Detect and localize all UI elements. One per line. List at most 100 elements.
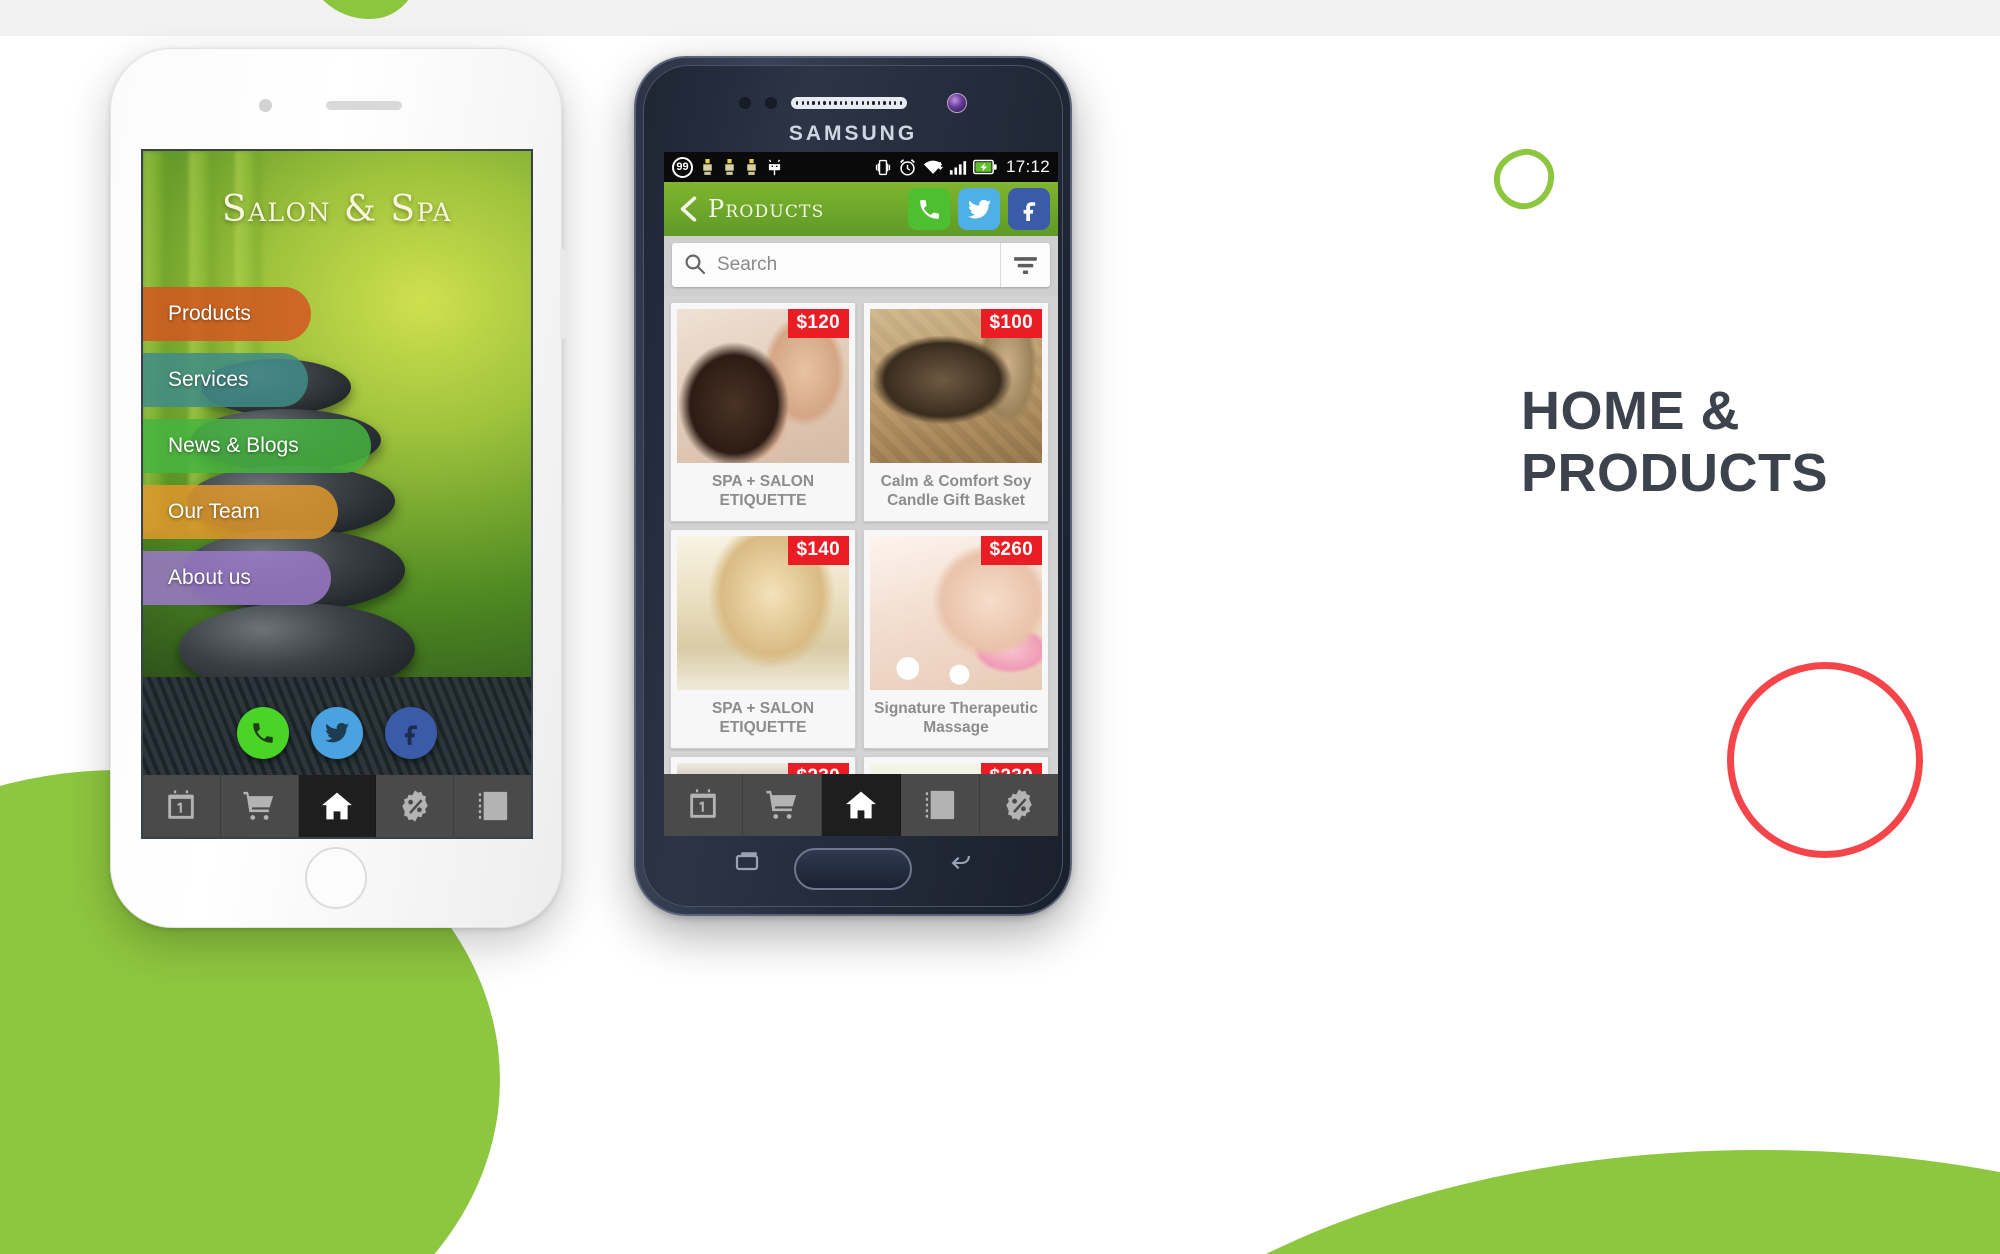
product-card[interactable]: $260 Signature Therapeutic Massage bbox=[863, 528, 1049, 749]
home-icon bbox=[846, 791, 876, 819]
product-image: $100 bbox=[870, 309, 1042, 463]
phone-icon[interactable] bbox=[237, 707, 289, 759]
samsung-home-button[interactable] bbox=[794, 848, 912, 890]
recents-button[interactable] bbox=[732, 849, 762, 880]
product-image: $140 bbox=[677, 535, 849, 690]
samsung-screen: 99 17:12 Products Search $120 SPA + SALO… bbox=[664, 152, 1058, 836]
header-social-buttons bbox=[908, 188, 1050, 230]
iphone-front-camera bbox=[259, 99, 272, 112]
menu-item-label: Products bbox=[168, 302, 251, 325]
buzz-icon bbox=[725, 158, 734, 175]
proximity-sensor-icon bbox=[739, 97, 751, 109]
tab-cart[interactable] bbox=[743, 774, 822, 836]
wifi-icon bbox=[923, 160, 943, 174]
tab-deals[interactable] bbox=[376, 775, 455, 837]
product-grid: $120 SPA + SALON ETIQUETTE $100 Calm & C… bbox=[664, 296, 1058, 775]
menu-item-label: Our Team bbox=[168, 500, 260, 523]
tab-calendar[interactable] bbox=[664, 774, 743, 836]
buzz-icon bbox=[747, 158, 756, 175]
tab-home[interactable] bbox=[822, 774, 901, 836]
section-heading: HOME & PRODUCTS bbox=[1521, 381, 1941, 504]
android-status-bar: 99 17:12 bbox=[664, 152, 1058, 182]
back-button[interactable] bbox=[946, 849, 976, 880]
samsung-bezel: SAMSUNG 99 17:12 Products Search $120 SP… bbox=[643, 65, 1063, 907]
price-badge: $120 bbox=[787, 309, 849, 338]
contact-phone-icon bbox=[925, 790, 955, 820]
facebook-icon[interactable] bbox=[385, 707, 437, 759]
battery-charging-icon bbox=[972, 159, 997, 175]
screenshot-canvas: Salon & Spa Products Services News & Blo… bbox=[0, 0, 2000, 1254]
twitter-icon[interactable] bbox=[958, 188, 1000, 230]
status-clock: 17:12 bbox=[1005, 157, 1050, 176]
phone-icon[interactable] bbox=[908, 188, 950, 230]
menu-item-products[interactable]: Products bbox=[143, 281, 531, 347]
price-badge: $260 bbox=[980, 535, 1042, 565]
product-image: $120 bbox=[677, 309, 849, 463]
product-card[interactable]: $230 bbox=[863, 755, 1049, 775]
tab-contact[interactable] bbox=[901, 774, 980, 836]
pebble-logo-icon bbox=[1493, 148, 1555, 210]
front-camera-icon bbox=[947, 93, 967, 113]
menu-item-our-team[interactable]: Our Team bbox=[143, 479, 531, 545]
tab-cart[interactable] bbox=[221, 775, 299, 837]
tab-contact[interactable] bbox=[454, 775, 531, 837]
signal-icon bbox=[949, 160, 967, 175]
section-heading-line2: PRODUCTS bbox=[1521, 442, 1829, 503]
main-menu: Products Services News & Blogs Our Team … bbox=[143, 281, 531, 611]
light-sensor-icon bbox=[765, 97, 777, 109]
product-image: $260 bbox=[870, 535, 1042, 690]
samsung-device: SAMSUNG 99 17:12 Products Search $120 SP… bbox=[634, 56, 1072, 916]
home-icon bbox=[322, 792, 352, 820]
android-icon bbox=[768, 158, 781, 175]
status-right-icons: 17:12 bbox=[874, 157, 1050, 177]
decorative-green-blob-bottom bbox=[1010, 1150, 2000, 1254]
product-card[interactable]: $100 Calm & Comfort Soy Candle Gift Bask… bbox=[863, 302, 1049, 522]
samsung-top-sensors bbox=[644, 93, 1062, 113]
decorative-red-circle bbox=[1727, 662, 1923, 858]
product-name: Signature Therapeutic Massage bbox=[874, 699, 1038, 737]
earpiece-grille bbox=[791, 97, 907, 109]
menu-item-label: Services bbox=[168, 368, 249, 391]
percent-icon bbox=[402, 790, 428, 822]
tab-calendar[interactable] bbox=[143, 775, 221, 837]
tab-deals[interactable] bbox=[980, 774, 1058, 836]
cart-icon bbox=[766, 790, 797, 819]
twitter-icon[interactable] bbox=[311, 707, 363, 759]
product-card[interactable]: $120 SPA + SALON ETIQUETTE bbox=[670, 302, 856, 522]
iphone-earpiece-speaker bbox=[326, 101, 402, 110]
menu-item-services[interactable]: Services bbox=[143, 347, 531, 413]
battery-percent-badge: 99 bbox=[672, 156, 693, 178]
calendar-icon bbox=[168, 790, 195, 819]
iphone-tab-bar bbox=[143, 775, 531, 837]
samsung-brand-label: SAMSUNG bbox=[788, 122, 918, 145]
calendar-icon bbox=[690, 789, 716, 818]
filter-icon[interactable] bbox=[1000, 243, 1050, 287]
menu-item-news-blogs[interactable]: News & Blogs bbox=[143, 413, 531, 479]
page-title: Products bbox=[708, 195, 825, 223]
status-left-icons: 99 bbox=[672, 156, 868, 178]
price-badge: $100 bbox=[980, 309, 1042, 338]
alarm-icon bbox=[899, 158, 915, 176]
product-name: SPA + SALON ETIQUETTE bbox=[711, 473, 815, 510]
iphone-device: Salon & Spa Products Services News & Blo… bbox=[110, 48, 566, 928]
product-card[interactable]: $230 bbox=[670, 755, 856, 775]
chevron-left-icon[interactable] bbox=[676, 194, 702, 224]
contact-phone-icon bbox=[478, 791, 507, 821]
product-name: SPA + SALON ETIQUETTE bbox=[711, 699, 815, 737]
iphone-home-button[interactable] bbox=[305, 847, 367, 909]
search-bar[interactable] bbox=[672, 243, 1050, 287]
facebook-icon[interactable] bbox=[1008, 188, 1050, 230]
menu-item-about-us[interactable]: About us bbox=[143, 545, 531, 611]
price-badge: $140 bbox=[787, 535, 849, 565]
vibrate-icon bbox=[875, 159, 891, 175]
search-input[interactable] bbox=[717, 254, 1000, 276]
social-buttons bbox=[143, 707, 531, 759]
samsung-tab-bar bbox=[664, 774, 1058, 836]
menu-item-label: News & Blogs bbox=[168, 434, 299, 457]
tab-home[interactable] bbox=[298, 775, 377, 837]
iphone-screen: Salon & Spa Products Services News & Blo… bbox=[141, 149, 533, 839]
search-icon bbox=[683, 252, 709, 278]
product-card[interactable]: $140 SPA + SALON ETIQUETTE bbox=[670, 528, 856, 749]
cart-icon bbox=[243, 791, 274, 820]
search-area bbox=[664, 236, 1058, 296]
